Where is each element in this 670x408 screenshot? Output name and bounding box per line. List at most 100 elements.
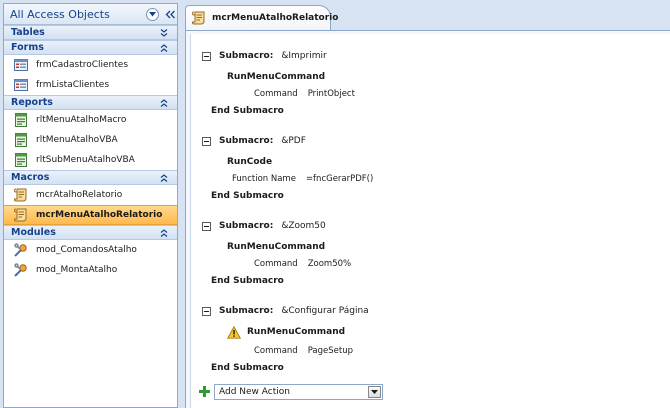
- nav-item-report[interactable]: rltMenuAtalhoVBA: [4, 130, 177, 150]
- form-icon: [14, 58, 28, 72]
- action-argument[interactable]: Command PrintObject: [254, 87, 355, 101]
- collapse-chevron-icon[interactable]: [159, 173, 169, 183]
- nav-group-label: Modules: [11, 227, 56, 238]
- submacro-name: &Zoom50: [281, 221, 326, 231]
- submacro-header[interactable]: Submacro: &Imprimir: [202, 49, 327, 63]
- submacro-header[interactable]: Submacro: &Zoom50: [202, 219, 326, 233]
- document-tab-label: mcrMenuAtalhoRelatorio: [212, 13, 339, 23]
- end-submacro-keyword: End Submacro: [211, 276, 284, 286]
- nav-menu-dropdown-icon[interactable]: [146, 8, 159, 21]
- nav-group-label: Reports: [11, 97, 53, 108]
- module-icon: [14, 263, 28, 277]
- action-name: RunMenuCommand: [227, 242, 326, 252]
- document-tab[interactable]: mcrMenuAtalhoRelatorio: [185, 5, 338, 30]
- add-new-action-combobox[interactable]: Add New Action: [214, 384, 383, 400]
- nav-item-module[interactable]: mod_MontaAtalho: [4, 260, 177, 280]
- argument-value: =fncGerarPDF(): [305, 174, 374, 184]
- expand-chevron-icon[interactable]: [159, 28, 169, 38]
- collapse-chevron-icon[interactable]: [159, 98, 169, 108]
- argument-label: Command: [254, 259, 298, 269]
- submacro-keyword: Submacro:: [219, 136, 274, 146]
- action-name: RunMenuCommand: [247, 327, 346, 337]
- nav-item-label: mod_MontaAtalho: [36, 265, 118, 275]
- nav-item-label: mod_ComandosAtalho: [36, 245, 137, 255]
- nav-item-report[interactable]: rltMenuAtalhoMacro: [4, 110, 177, 130]
- argument-value: PrintObject: [307, 89, 355, 99]
- dropdown-arrow-icon[interactable]: [368, 386, 381, 398]
- end-submacro[interactable]: End Submacro: [211, 189, 284, 203]
- nav-item-label: rltSubMenuAtalhoVBA: [36, 155, 135, 165]
- collapse-minus-icon[interactable]: [202, 136, 211, 146]
- end-submacro[interactable]: End Submacro: [211, 104, 284, 118]
- module-icon: [14, 243, 28, 257]
- submacro-keyword: Submacro:: [219, 306, 274, 316]
- argument-label: Function Name: [232, 174, 296, 184]
- end-submacro-keyword: End Submacro: [211, 106, 284, 116]
- nav-item-label: frmCadastroClientes: [36, 60, 129, 70]
- nav-item-macro-selected[interactable]: mcrMenuAtalhoRelatorio: [4, 205, 177, 225]
- nav-group-tables[interactable]: Tables: [4, 25, 177, 40]
- submacro-name: &PDF: [281, 136, 306, 146]
- submacro-name: &Imprimir: [281, 51, 327, 61]
- macro-action[interactable]: RunMenuCommand: [226, 325, 346, 339]
- nav-group-macros[interactable]: Macros: [4, 170, 177, 185]
- collapse-chevron-icon[interactable]: [159, 43, 169, 53]
- nav-item-module[interactable]: mod_ComandosAtalho: [4, 240, 177, 260]
- add-new-action-placeholder: Add New Action: [219, 387, 290, 397]
- submacro-header[interactable]: Submacro: &Configurar Página: [202, 304, 369, 318]
- collapse-chevron-icon[interactable]: [159, 228, 169, 238]
- action-name: RunCode: [227, 157, 273, 167]
- nav-pane-header[interactable]: All Access Objects: [4, 4, 177, 25]
- macro-scroll-icon: [191, 11, 206, 25]
- macro-scroll-icon: [14, 188, 28, 202]
- shutter-bar-close-icon[interactable]: [164, 8, 177, 21]
- warning-icon: [226, 325, 242, 339]
- nav-group-label: Tables: [11, 27, 45, 38]
- nav-item-label: mcrAtalhoRelatorio: [36, 190, 123, 200]
- macro-action[interactable]: RunCode: [227, 155, 272, 169]
- navigation-pane: All Access Objects Tables Forms frmCadas…: [3, 3, 178, 408]
- nav-item-label: rltMenuAtalhoMacro: [36, 115, 127, 125]
- nav-item-form[interactable]: frmListaClientes: [4, 75, 177, 95]
- nav-item-label: frmListaClientes: [36, 80, 110, 90]
- macro-action[interactable]: RunMenuCommand: [227, 70, 325, 84]
- macro-action[interactable]: RunMenuCommand: [227, 240, 325, 254]
- action-argument[interactable]: Function Name =fncGerarPDF(): [232, 172, 373, 186]
- document-tab-strip: mcrMenuAtalhoRelatorio: [185, 3, 670, 30]
- form-icon: [14, 78, 28, 92]
- submacro-keyword: Submacro:: [219, 221, 274, 231]
- nav-item-macro[interactable]: mcrAtalhoRelatorio: [4, 185, 177, 205]
- nav-group-reports[interactable]: Reports: [4, 95, 177, 110]
- report-icon: [14, 113, 28, 127]
- action-name: RunMenuCommand: [227, 72, 326, 82]
- macro-scroll-icon: [14, 208, 28, 222]
- end-submacro-keyword: End Submacro: [211, 191, 284, 201]
- add-plus-icon: [198, 385, 211, 398]
- end-submacro[interactable]: End Submacro: [211, 361, 284, 375]
- end-submacro-keyword: End Submacro: [211, 363, 284, 373]
- action-argument[interactable]: Command Zoom50%: [254, 257, 351, 271]
- macro-canvas[interactable]: Submacro: &Imprimir RunMenuCommand Comma…: [190, 34, 670, 408]
- nav-group-label: Forms: [11, 42, 44, 53]
- nav-pane-title: All Access Objects: [10, 7, 110, 21]
- submacro-name: &Configurar Página: [281, 306, 369, 316]
- nav-group-label: Macros: [11, 172, 50, 183]
- nav-group-modules[interactable]: Modules: [4, 225, 177, 240]
- argument-value: Zoom50%: [307, 259, 352, 269]
- nav-item-label: mcrMenuAtalhoRelatorio: [36, 210, 163, 220]
- report-icon: [14, 133, 28, 147]
- action-argument[interactable]: Command PageSetup: [254, 344, 353, 358]
- report-icon: [14, 153, 28, 167]
- argument-label: Command: [254, 346, 298, 356]
- nav-group-forms[interactable]: Forms: [4, 40, 177, 55]
- nav-item-report[interactable]: rltSubMenuAtalhoVBA: [4, 150, 177, 170]
- nav-item-label: rltMenuAtalhoVBA: [36, 135, 118, 145]
- collapse-minus-icon[interactable]: [202, 51, 211, 61]
- submacro-keyword: Submacro:: [219, 51, 274, 61]
- collapse-minus-icon[interactable]: [202, 306, 211, 316]
- end-submacro[interactable]: End Submacro: [211, 274, 284, 288]
- submacro-header[interactable]: Submacro: &PDF: [202, 134, 306, 148]
- collapse-minus-icon[interactable]: [202, 221, 211, 231]
- argument-value: PageSetup: [307, 346, 354, 356]
- nav-item-form[interactable]: frmCadastroClientes: [4, 55, 177, 75]
